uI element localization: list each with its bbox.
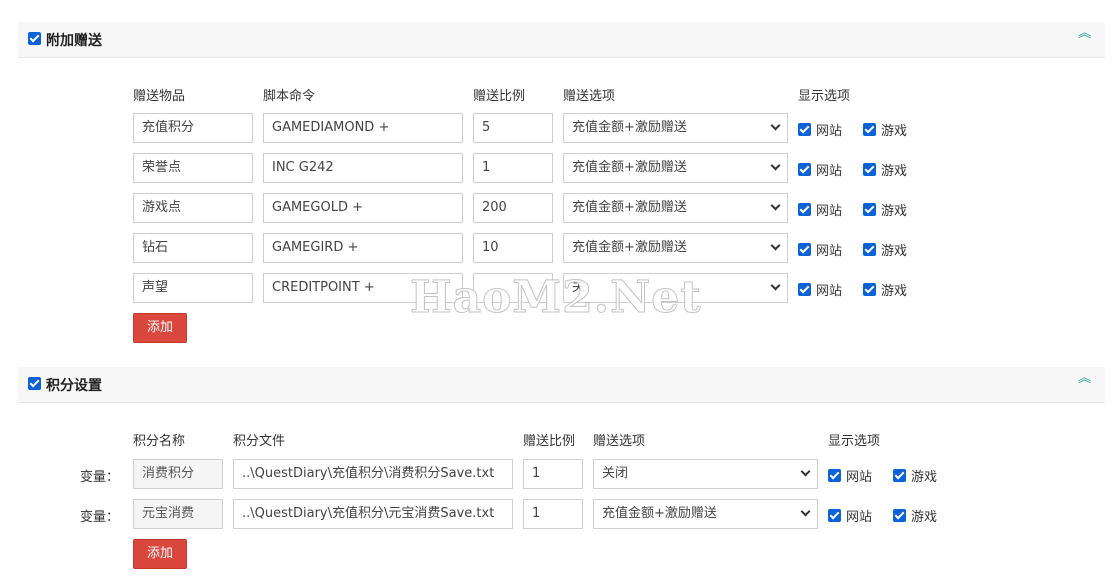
- game-checkbox[interactable]: [863, 283, 876, 296]
- points-file-input[interactable]: ..\QuestDiary\充值积分\消费积分Save.txt: [233, 459, 513, 489]
- game-checkbox[interactable]: [863, 123, 876, 136]
- option-select-value: 充值金额+激励赠送: [572, 120, 687, 135]
- site-checkbox[interactable]: [798, 123, 811, 136]
- option-select[interactable]: 充值金额+激励赠送: [563, 233, 788, 263]
- option-select-value: 关闭: [602, 466, 629, 481]
- col-header-item: 赠送物品: [133, 89, 186, 104]
- site-checkbox[interactable]: [828, 509, 841, 522]
- ratio-input[interactable]: 200: [473, 193, 553, 223]
- option-select[interactable]: 充值金额+激励赠送: [563, 153, 788, 183]
- chevron-down-icon: [770, 240, 781, 251]
- command-input[interactable]: GAMEGOLD +: [263, 193, 463, 223]
- site-checkbox[interactable]: [798, 163, 811, 176]
- chevron-down-icon: [770, 280, 781, 291]
- col-header-file: 积分文件: [233, 434, 286, 449]
- site-label: 网站: [816, 244, 843, 259]
- points-section-checkbox[interactable]: [28, 377, 41, 390]
- option-select[interactable]: 充值金额+激励赠送: [563, 113, 788, 143]
- game-label: 游戏: [881, 244, 908, 259]
- site-label: 网站: [816, 164, 843, 179]
- add-points-button[interactable]: 添加: [133, 539, 187, 569]
- add-bonus-button[interactable]: 添加: [133, 313, 187, 343]
- chevron-down-icon: [770, 160, 781, 171]
- points-file-input[interactable]: ..\QuestDiary\充值积分\元宝消费Save.txt: [233, 499, 513, 529]
- game-label: 游戏: [911, 510, 938, 525]
- option-select[interactable]: 充值金额+激励赠送: [563, 193, 788, 223]
- ratio-input[interactable]: 1: [523, 499, 583, 529]
- ratio-input[interactable]: 1: [523, 459, 583, 489]
- col-header-ratio: 赠送比例: [473, 89, 526, 104]
- site-label: 网站: [816, 124, 843, 139]
- points-section-header: 积分设置 ︽: [18, 367, 1105, 403]
- chevron-down-icon: [800, 466, 811, 477]
- col-header-command: 脚本命令: [263, 89, 316, 104]
- bonus-section-title: 附加赠送: [46, 33, 102, 49]
- option-select-value: 充值金额+激励赠送: [602, 506, 717, 521]
- collapse-up-icon[interactable]: ︽: [1078, 372, 1091, 385]
- game-checkbox[interactable]: [893, 469, 906, 482]
- game-label: 游戏: [881, 124, 908, 139]
- command-input[interactable]: GAMEDIAMOND +: [263, 113, 463, 143]
- chevron-down-icon: [770, 120, 781, 131]
- col-header-name: 积分名称: [133, 434, 186, 449]
- game-label: 游戏: [881, 284, 908, 299]
- points-section-title: 积分设置: [46, 378, 102, 394]
- ratio-input[interactable]: 1: [473, 153, 553, 183]
- option-select[interactable]: 充值金额+激励赠送: [593, 499, 818, 529]
- game-checkbox[interactable]: [863, 163, 876, 176]
- points-name-input[interactable]: 元宝消费: [133, 499, 223, 529]
- watermark: HaoM2.Net: [410, 272, 702, 324]
- site-checkbox[interactable]: [828, 469, 841, 482]
- ratio-input[interactable]: 5: [473, 113, 553, 143]
- item-input[interactable]: 钻石: [133, 233, 253, 263]
- command-input[interactable]: GAMEGIRD +: [263, 233, 463, 263]
- item-input[interactable]: 声望: [133, 273, 253, 303]
- col-header-display: 显示选项: [828, 434, 881, 449]
- site-checkbox[interactable]: [798, 283, 811, 296]
- collapse-up-icon[interactable]: ︽: [1078, 27, 1091, 40]
- command-input[interactable]: INC G242: [263, 153, 463, 183]
- option-select-value: 充值金额+激励赠送: [572, 240, 687, 255]
- site-label: 网站: [846, 470, 873, 485]
- game-checkbox[interactable]: [893, 509, 906, 522]
- site-label: 网站: [816, 204, 843, 219]
- col-header-ratio: 赠送比例: [523, 434, 576, 449]
- option-select[interactable]: 关闭: [593, 459, 818, 489]
- bonus-section-header: 附加赠送 ︽: [18, 22, 1105, 58]
- col-header-option: 赠送选项: [593, 434, 646, 449]
- points-name-input[interactable]: 消费积分: [133, 459, 223, 489]
- site-checkbox[interactable]: [798, 203, 811, 216]
- game-label: 游戏: [881, 204, 908, 219]
- col-header-display: 显示选项: [798, 89, 851, 104]
- site-checkbox[interactable]: [798, 243, 811, 256]
- bonus-section-checkbox[interactable]: [28, 32, 41, 45]
- chevron-down-icon: [800, 506, 811, 517]
- site-label: 网站: [816, 284, 843, 299]
- game-checkbox[interactable]: [863, 243, 876, 256]
- chevron-down-icon: [770, 200, 781, 211]
- game-label: 游戏: [881, 164, 908, 179]
- option-select-value: 充值金额+激励赠送: [572, 160, 687, 175]
- variable-label: 变量：: [80, 470, 120, 485]
- col-header-option: 赠送选项: [563, 89, 616, 104]
- variable-label: 变量：: [80, 510, 120, 525]
- game-label: 游戏: [911, 470, 938, 485]
- game-checkbox[interactable]: [863, 203, 876, 216]
- site-label: 网站: [846, 510, 873, 525]
- ratio-input[interactable]: 10: [473, 233, 553, 263]
- option-select-value: 充值金额+激励赠送: [572, 200, 687, 215]
- item-input[interactable]: 充值积分: [133, 113, 253, 143]
- item-input[interactable]: 游戏点: [133, 193, 253, 223]
- item-input[interactable]: 荣誉点: [133, 153, 253, 183]
